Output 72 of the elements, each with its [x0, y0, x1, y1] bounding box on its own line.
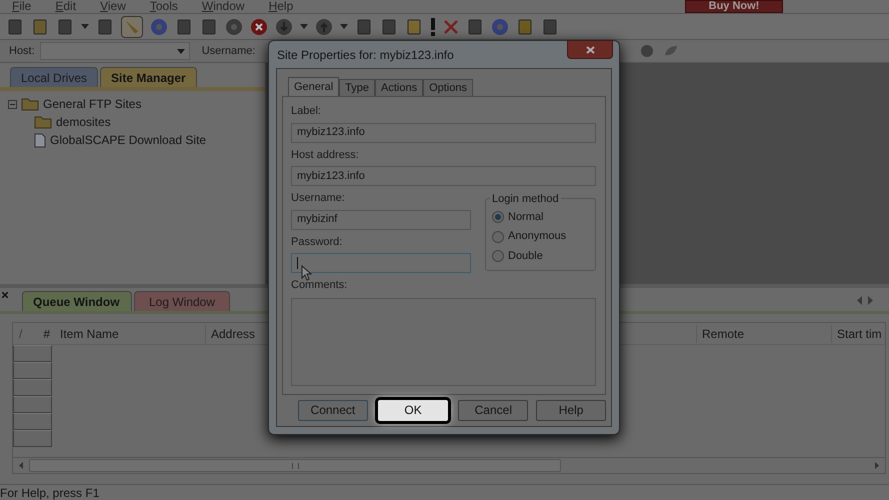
download-icon[interactable] — [275, 18, 293, 36]
tree-item[interactable]: General FTP Sites — [43, 95, 142, 113]
host-label: Host: — [9, 44, 35, 59]
input-field[interactable]: mybizinf — [291, 210, 471, 230]
field-label: Label: — [291, 104, 322, 119]
radio-label: Anonymous — [508, 229, 566, 244]
right-arrow-icon[interactable] — [868, 296, 873, 305]
radio-label: Normal — [508, 210, 544, 225]
caret-icon — [176, 48, 185, 54]
collapse-icon[interactable] — [8, 100, 17, 108]
dialog-title: Site Properties for: mybiz123.info — [276, 46, 454, 64]
radio-button[interactable] — [492, 211, 504, 223]
dialog-button[interactable]: Help — [536, 400, 606, 421]
close-icon[interactable] — [443, 18, 459, 34]
dialog-tab[interactable]: Type — [339, 79, 375, 96]
row-header — [13, 413, 52, 430]
status-text: For Help, press F1 — [0, 484, 100, 500]
exclamation-icon[interactable] — [430, 18, 436, 36]
tree-item[interactable]: GlobalSCAPE Download Site — [50, 131, 206, 149]
column-header[interactable]: Item Name — [56, 324, 206, 342]
column-header[interactable]: # — [33, 324, 56, 342]
dialog-button[interactable]: Cancel — [458, 400, 528, 421]
menu-item[interactable]: Help — [268, 0, 294, 13]
close-icon — [586, 46, 594, 54]
menu-item[interactable]: Tools — [150, 0, 178, 13]
row-header — [13, 396, 52, 413]
mouse-cursor-icon — [301, 264, 313, 280]
dialog-button[interactable]: OK — [378, 400, 448, 421]
caret-icon[interactable] — [340, 24, 348, 29]
panel-tab[interactable]: Log Window — [134, 291, 230, 311]
stop-icon[interactable] — [250, 18, 268, 36]
dialog-tab[interactable]: Actions — [375, 79, 424, 96]
field-label: Username: — [291, 191, 346, 206]
input-field[interactable]: mybiz123.info — [291, 122, 596, 142]
close-button[interactable] — [567, 40, 613, 59]
field-label: Password: — [291, 234, 344, 250]
row-header — [13, 430, 52, 447]
caret-icon[interactable] — [300, 24, 308, 29]
row-header — [13, 379, 52, 396]
tree-item[interactable]: demosites — [56, 113, 111, 131]
radio-button[interactable] — [492, 250, 504, 262]
left-arrow-icon[interactable] — [19, 462, 23, 469]
dialog-tab[interactable]: General — [288, 77, 340, 96]
panel-tab[interactable]: Local Drives — [10, 67, 98, 87]
pencil-icon[interactable] — [121, 16, 143, 38]
input-field[interactable]: mybiz123.info — [291, 166, 596, 186]
dialog-button[interactable]: Connect — [298, 400, 368, 421]
left-arrow-icon[interactable] — [857, 296, 862, 305]
input-field[interactable] — [291, 253, 471, 273]
buy-now-button[interactable]: Buy Now! — [685, 0, 783, 13]
radio-label: Double — [508, 248, 543, 264]
menu-item[interactable]: File — [12, 0, 32, 13]
group-title: Login method — [490, 191, 561, 208]
menu-item[interactable]: View — [100, 0, 126, 13]
close-icon[interactable] — [2, 292, 8, 298]
panel-tab[interactable]: Queue Window — [22, 291, 132, 311]
radio-button[interactable] — [492, 230, 504, 242]
scrollbar-thumb[interactable] — [29, 459, 561, 472]
column-header[interactable]: / — [13, 324, 33, 342]
field-label: Host address: — [291, 148, 360, 162]
dialog-tab[interactable]: Options — [423, 79, 473, 96]
menu-item[interactable]: Window — [202, 0, 245, 13]
menu-item[interactable]: Edit — [55, 0, 76, 13]
panel-tab[interactable]: Site Manager — [100, 67, 197, 87]
upload-icon[interactable] — [315, 18, 333, 36]
field-label: Comments: — [291, 278, 348, 293]
row-header — [13, 362, 52, 379]
right-arrow-icon[interactable] — [875, 462, 879, 469]
column-header[interactable]: Start tim — [831, 324, 885, 342]
username-label: Username: — [202, 44, 256, 59]
column-header[interactable]: Remote — [696, 324, 831, 342]
caret-icon[interactable] — [81, 24, 89, 29]
